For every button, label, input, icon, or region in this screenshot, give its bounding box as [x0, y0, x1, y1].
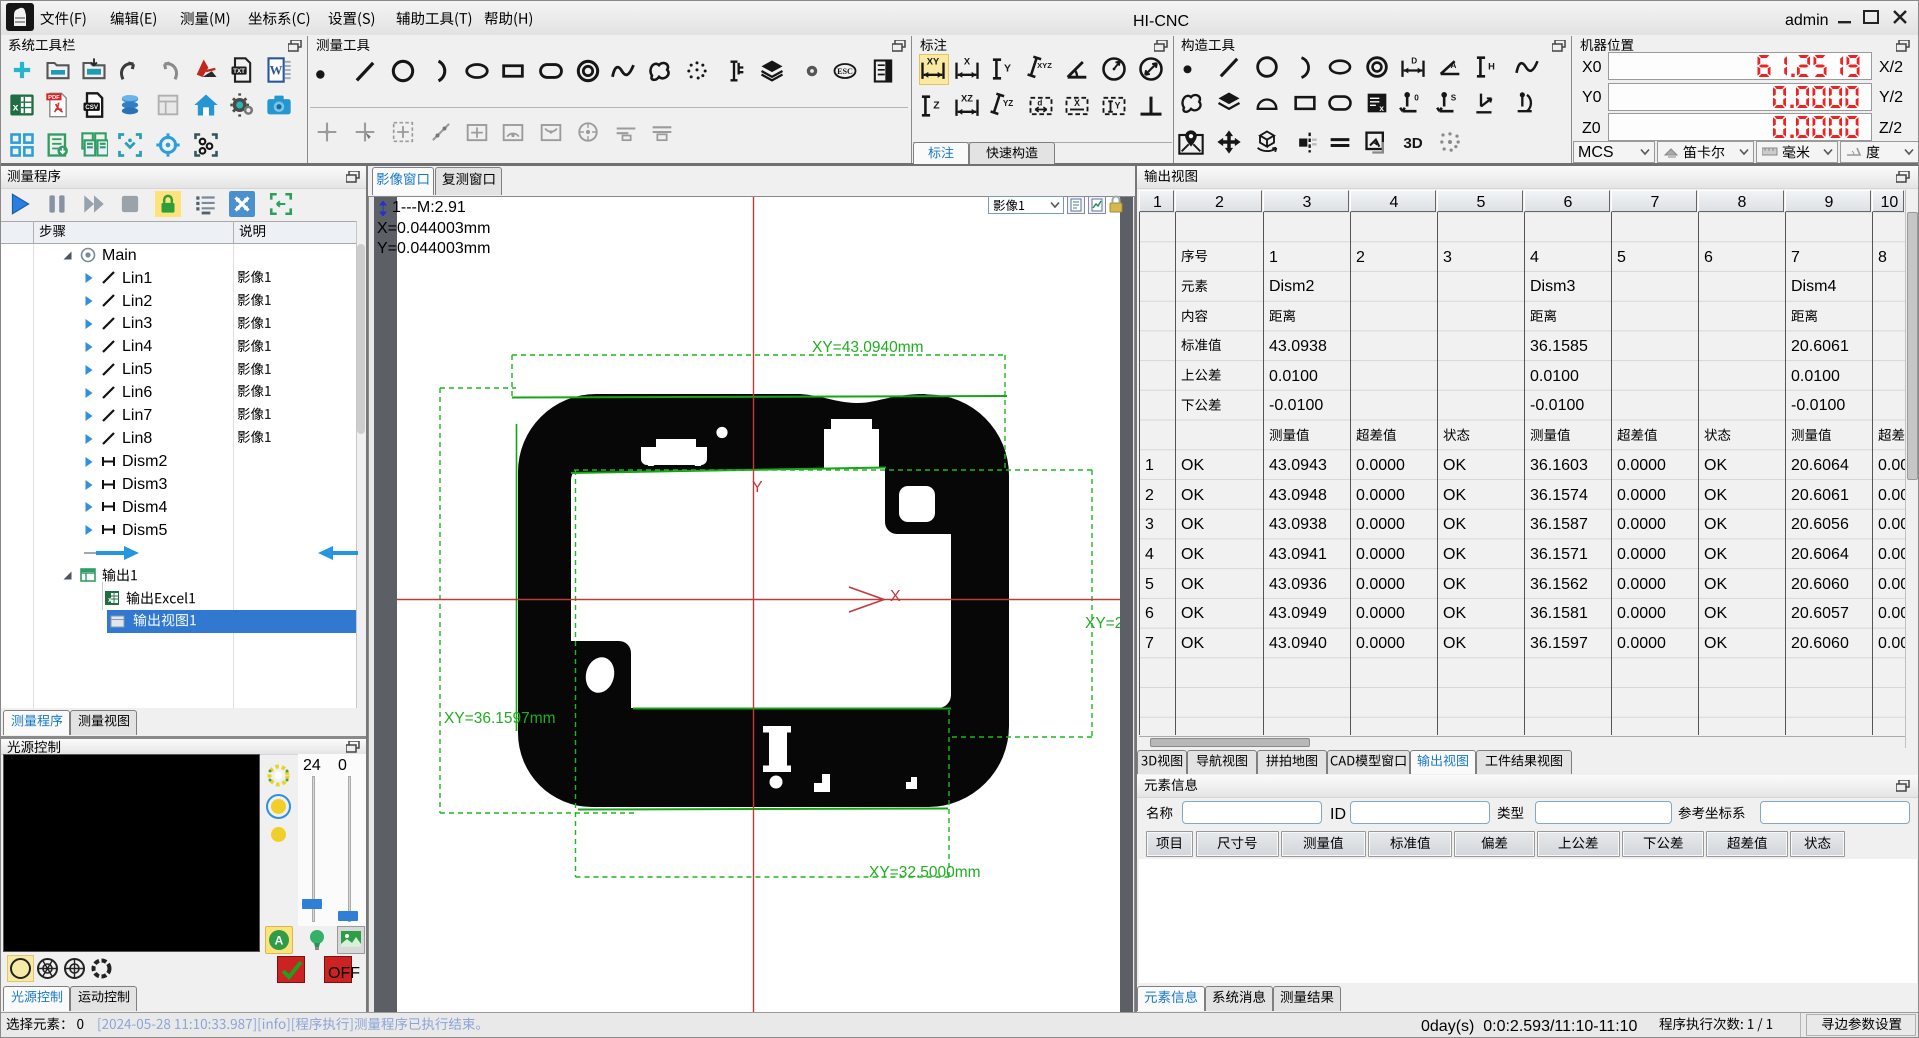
svg-text:Y: Y	[1004, 62, 1011, 74]
svg-text:XYZ: XYZ	[1037, 61, 1052, 70]
svg-text:A: A	[1451, 61, 1457, 70]
svg-text:X: X	[964, 56, 971, 66]
svg-text:CSV: CSV	[85, 104, 99, 111]
svg-text:XY=20: XY=20	[1085, 615, 1120, 632]
svg-text:H: H	[1488, 61, 1495, 71]
svg-text:XY=32.5000mm: XY=32.5000mm	[869, 864, 981, 881]
svg-text:3D: 3D	[1403, 135, 1422, 152]
svg-text:Z: Z	[933, 99, 940, 111]
svg-text:x: x	[1379, 104, 1384, 113]
svg-text:PDF: PDF	[48, 95, 60, 101]
svg-text:Y: Y	[752, 479, 763, 496]
svg-text:XY=36.1597mm: XY=36.1597mm	[444, 710, 556, 727]
svg-text:XY=43.0940mm: XY=43.0940mm	[812, 339, 924, 356]
svg-text:X: X	[1074, 98, 1080, 108]
svg-text:TXT: TXT	[233, 68, 245, 75]
svg-text:A: A	[275, 934, 284, 948]
svg-text:XY: XY	[927, 56, 940, 66]
svg-text:0: 0	[1414, 94, 1419, 103]
svg-text:x: x	[13, 101, 19, 113]
svg-text:XZ: XZ	[961, 93, 973, 103]
svg-text:d: d	[1037, 98, 1042, 107]
svg-text:Y: Y	[1115, 100, 1121, 110]
svg-text:S: S	[1451, 94, 1457, 103]
svg-text:YZ: YZ	[1003, 99, 1013, 108]
svg-text:X: X	[890, 588, 901, 605]
svg-text:D: D	[1411, 57, 1417, 66]
svg-text:ESC: ESC	[837, 67, 853, 76]
svg-text:W: W	[270, 64, 283, 78]
svg-text:x: x	[108, 597, 112, 604]
